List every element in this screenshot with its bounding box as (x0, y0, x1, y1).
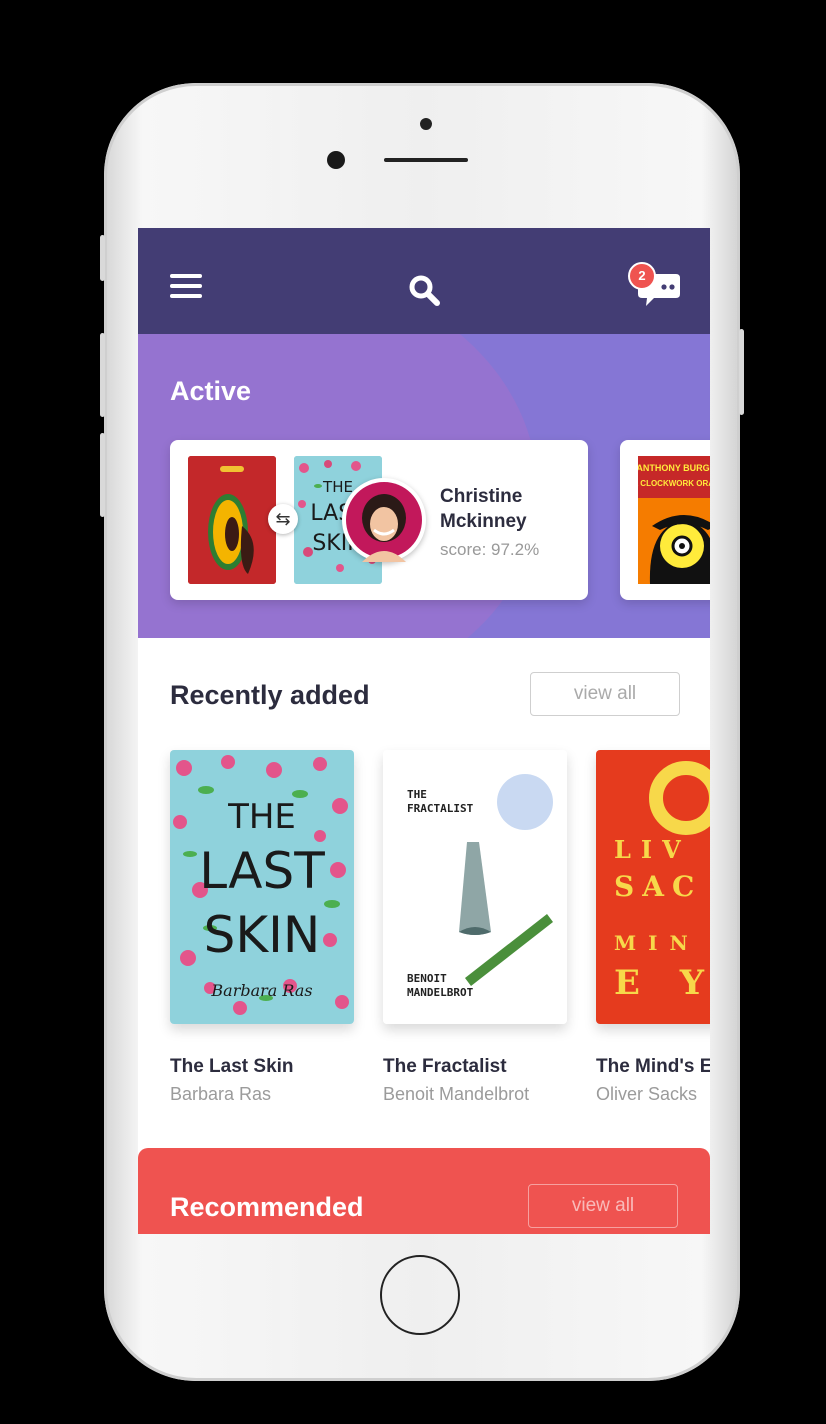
svg-text:LAST: LAST (199, 842, 325, 900)
home-button[interactable] (380, 1255, 460, 1335)
power-button (739, 329, 744, 415)
avatar (342, 478, 426, 562)
chat-button[interactable]: 2 (628, 262, 684, 308)
book-author: Benoit Mandelbrot (383, 1084, 530, 1104)
svg-text:MANDELBROT: MANDELBROT (407, 986, 474, 999)
svg-text:E Y: E Y (614, 963, 710, 1003)
active-swap-card[interactable]: THE LAST SKIN ⇆ Christine Mckinney score… (170, 440, 588, 600)
volume-down-button (100, 433, 105, 517)
svg-text:THE: THE (227, 797, 296, 837)
book-author: Oliver Sacks (596, 1084, 698, 1104)
svg-text:BENOIT: BENOIT (407, 972, 447, 985)
app-screen: 2 Active THE LAST SKIN ⇆ Christine Mckin… (138, 228, 710, 1234)
recommended-section: Recommended view all (138, 1148, 710, 1234)
front-camera (327, 151, 345, 169)
svg-text:ANTHONY BURGESS: ANTHONY BURGESS (638, 463, 710, 473)
active-swap-card-next[interactable]: ANTHONY BURGESS A CLOCKWORK ORANGE (620, 440, 710, 600)
user-name: Christine Mckinney (440, 486, 527, 532)
active-section: Active THE LAST SKIN ⇆ Christine Mckinne… (138, 334, 710, 638)
recommended-view-all-button[interactable]: view all (528, 1184, 678, 1228)
papaya-book-cover (188, 456, 276, 584)
active-title: Active (170, 376, 252, 406)
svg-text:Barbara Ras: Barbara Ras (210, 981, 312, 1000)
clockwork-orange-cover: ANTHONY BURGESS A CLOCKWORK ORANGE (638, 456, 710, 584)
book-cover-the-fractalist[interactable]: THE FRACTALIST BENOIT MANDELBROT (383, 750, 567, 1024)
book-cover-the-last-skin[interactable]: THE LAST SKIN Barbara Ras (170, 750, 354, 1024)
hamburger-menu-icon[interactable] (170, 274, 202, 298)
mute-switch (100, 235, 105, 281)
user-score: score: 97.2% (440, 540, 540, 559)
top-bar: 2 (138, 228, 710, 334)
book-cover-the-minds-eye[interactable]: LIV SAC MIN E Y (596, 750, 710, 1024)
svg-text:THE: THE (407, 788, 427, 801)
volume-up-button (100, 333, 105, 417)
book-title[interactable]: The Fractalist (383, 1056, 507, 1078)
notification-badge: 2 (628, 262, 656, 290)
book-title[interactable]: The Mind's E (596, 1056, 710, 1078)
swap-icon[interactable]: ⇆ (268, 504, 298, 534)
book-title[interactable]: The Last Skin (170, 1056, 294, 1078)
book-author: Barbara Ras (170, 1084, 272, 1104)
svg-text:SKIN: SKIN (204, 906, 321, 964)
svg-text:MIN: MIN (614, 931, 700, 955)
recommended-title: Recommended (170, 1192, 364, 1222)
svg-text:LIV: LIV (614, 835, 691, 864)
recently-added-title: Recently added (170, 680, 370, 710)
svg-text:A CLOCKWORK ORANGE: A CLOCKWORK ORANGE (638, 479, 710, 488)
svg-text:FRACTALIST: FRACTALIST (407, 802, 474, 815)
recently-added-view-all-button[interactable]: view all (530, 672, 680, 716)
svg-text:SAC: SAC (614, 870, 702, 903)
proximity-sensor (420, 118, 432, 130)
search-icon[interactable] (406, 272, 442, 308)
earpiece-speaker (384, 158, 468, 162)
